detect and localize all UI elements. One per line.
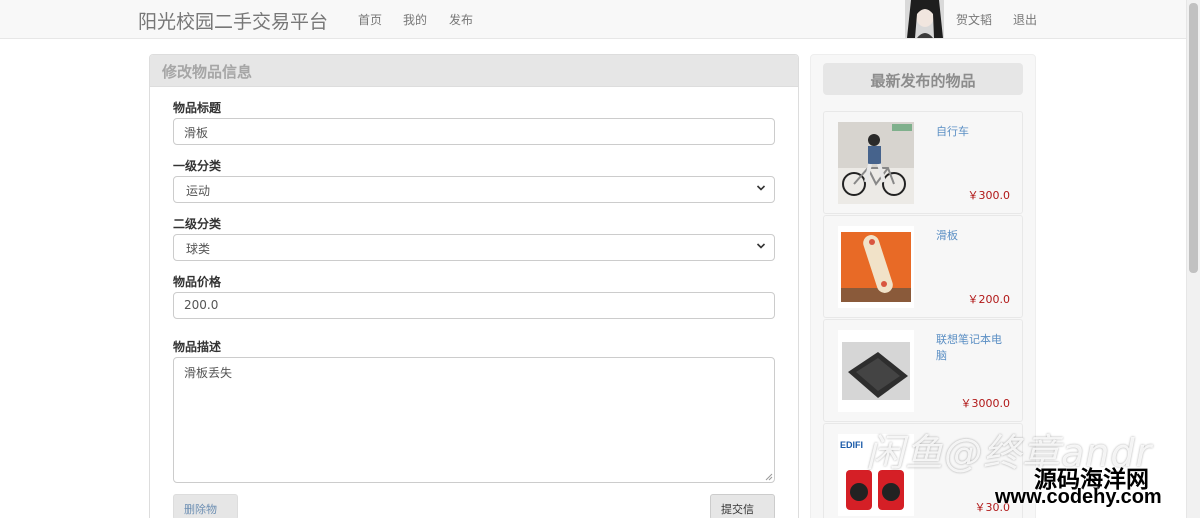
item-card[interactable]: 滑板 ￥200.0 [823,215,1023,318]
delete-item-button[interactable]: 删除物品 [173,494,238,518]
watermark-url: www.codehy.com [995,486,1162,508]
resize-grip-icon[interactable] [765,473,773,481]
description-label: 物品描述 [173,340,222,354]
top-navbar: 阳光校园二手交易平台 首页 我的 发布 贺文韬 退出 [0,0,1186,39]
nav-publish-link[interactable]: 发布 [449,11,473,28]
category1-value: 运动 [186,184,211,198]
price-input[interactable]: 200.0 [173,292,775,319]
price-label: 物品价格 [173,275,222,289]
skateboard-thumbnail[interactable] [838,226,914,308]
scrollbar-thumb[interactable] [1189,3,1198,273]
page-scrollbar[interactable] [1186,0,1200,518]
item-name-link[interactable]: 联想笔记本电脑 [936,332,1011,364]
username-link[interactable]: 贺文韬 [956,11,992,28]
category1-label: 一级分类 [173,159,222,173]
nav-mine-link[interactable]: 我的 [403,11,427,28]
description-textarea[interactable]: 滑板丢失 [173,357,775,483]
item-name-link[interactable]: 自行车 [936,124,1011,140]
submit-button[interactable]: 提交信息 [710,494,775,518]
logout-link[interactable]: 退出 [1013,11,1037,28]
item-name-link[interactable]: 滑板 [936,228,1011,244]
category2-value: 球类 [186,242,211,256]
category1-select[interactable]: 运动 [173,176,775,203]
svg-text:EDIFI: EDIFI [840,440,863,450]
site-brand[interactable]: 阳光校园二手交易平台 [138,7,328,34]
chevron-down-icon [756,185,766,191]
sidebar-title: 最新发布的物品 [823,63,1023,95]
category2-select[interactable]: 球类 [173,234,775,261]
item-card[interactable]: 自行车 ￥300.0 [823,111,1023,214]
user-avatar[interactable] [905,0,944,38]
title-label: 物品标题 [173,101,222,115]
description-text: 滑板丢失 [184,366,233,380]
item-card[interactable]: 联想笔记本电脑 ￥3000.0 [823,319,1023,422]
title-input[interactable]: 滑板 [173,118,775,145]
category2-label: 二级分类 [173,217,222,231]
nav-home-link[interactable]: 首页 [358,11,382,28]
laptop-thumbnail[interactable] [838,330,914,412]
item-price: ￥3000.0 [960,397,1011,410]
panel-heading: 修改物品信息 [150,55,798,87]
item-price: ￥300.0 [967,189,1011,202]
item-price: ￥200.0 [967,293,1011,306]
bicycle-thumbnail[interactable] [838,122,914,204]
chevron-down-icon [756,243,766,249]
